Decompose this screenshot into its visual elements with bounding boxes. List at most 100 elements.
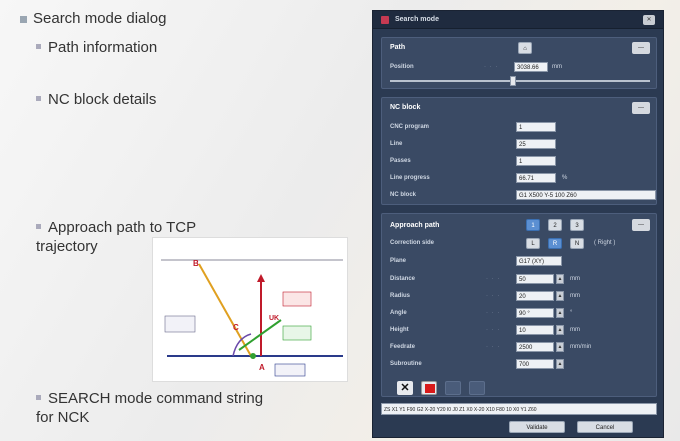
label-uk: UK [269, 315, 279, 322]
callout-box-bottom [274, 363, 306, 377]
close-icon[interactable]: ✕ [643, 15, 655, 25]
passes-value: 1 [516, 156, 556, 166]
disabled-button-2[interactable] [469, 381, 485, 395]
orange-path-line [198, 263, 252, 357]
angle-dots: · · · [486, 310, 501, 316]
radius-unit: mm [570, 293, 580, 299]
validate-button[interactable]: Validate [509, 421, 565, 433]
approach-heading: Approach path [390, 222, 440, 229]
disabled-button-1[interactable] [445, 381, 461, 395]
correction-right-button[interactable]: R [548, 238, 562, 249]
nc-block-panel: NC block — CNC program 1 Line 25 Passes … [381, 97, 657, 205]
approach-tab-2[interactable]: 2 [548, 219, 562, 231]
angle-spin-icon[interactable]: ▲ [556, 308, 564, 318]
bullet-dot-icon [36, 394, 41, 400]
plane-value[interactable]: G17 (XY) [516, 256, 562, 266]
line-progress-value: 66.71 [516, 173, 556, 183]
correction-none-button[interactable]: N [570, 238, 584, 249]
height-dots: · · · [486, 327, 501, 333]
correction-side-text: ( Right ) [594, 240, 616, 246]
command-string-field[interactable]: ZS X1 Y1 F90 G2 X-20 Y20 I0 J0 Z1 X0 X-2… [381, 403, 657, 415]
feedrate-value[interactable]: 2500 [516, 342, 554, 352]
nc-row: Line 25 [390, 139, 650, 150]
cancel-button[interactable]: Cancel [577, 421, 633, 433]
feedrate-row: Feedrate · · · 2500 ▲ mm/min [390, 342, 650, 353]
app-icon [381, 16, 389, 24]
nc-row: Passes 1 [390, 156, 650, 167]
subroutine-label: Subroutine [390, 361, 422, 367]
plane-row: Plane G17 (XY) [390, 256, 650, 267]
approach-tab-1[interactable]: 1 [526, 219, 540, 231]
height-spin-icon[interactable]: ▲ [556, 325, 564, 335]
search-mode-dialog: Search mode ✕ Path ⌂ — Position · · · 30… [372, 10, 664, 438]
stop-square-icon [425, 384, 435, 393]
path-collapse-button[interactable]: — [632, 42, 650, 54]
subroutine-row: Subroutine 700 ▲ [390, 359, 650, 370]
radius-spin-icon[interactable]: ▲ [556, 291, 564, 301]
approach-path-panel: Approach path 1 2 3 — Correction side L … [381, 213, 657, 397]
position-row: Position · · · 3038.66 mm [390, 62, 650, 73]
path-heading: Path [390, 44, 406, 51]
approach-collapse-button[interactable]: — [632, 219, 650, 231]
angle-label: Angle [390, 310, 407, 316]
line-progress-label: Line progress [390, 175, 430, 181]
passes-label: Passes [390, 158, 411, 164]
height-label: Height [390, 327, 409, 333]
feedrate-unit: mm/min [570, 344, 592, 350]
angle-value[interactable]: 90 ° [516, 308, 554, 318]
nc-row: Line progress 66.71 % [390, 173, 650, 184]
height-value[interactable]: 10 [516, 325, 554, 335]
bullet-search-command: SEARCH mode command string for NCK [36, 390, 264, 426]
bullet-dot-icon [36, 43, 41, 49]
distance-dots: · · · [486, 276, 501, 282]
radius-row: Radius · · · 20 ▲ mm [390, 291, 650, 302]
feedrate-spin-icon[interactable]: ▲ [556, 342, 564, 352]
nc-block-value: G1 X500 Y-5 100 Z60 [516, 190, 656, 200]
approach-tab-3[interactable]: 3 [570, 219, 584, 231]
distance-unit: mm [570, 276, 580, 282]
line-progress-unit: % [562, 175, 568, 181]
position-slider[interactable] [390, 76, 650, 86]
position-value[interactable]: 3038.66 [514, 62, 548, 72]
position-slider-knob[interactable] [509, 76, 516, 86]
correction-side-row: Correction side L R N ( Right ) [390, 238, 650, 249]
bullet-level1: Search mode dialog [20, 10, 166, 27]
radius-dots: · · · [486, 293, 501, 299]
distance-label: Distance [390, 276, 416, 282]
point-a-marker [250, 353, 256, 359]
bullet-dot-icon [36, 223, 41, 229]
up-arrow-icon [257, 274, 265, 282]
line-label: Line [390, 141, 403, 147]
dialog-titlebar: Search mode ✕ [373, 11, 663, 29]
angle-row: Angle · · · 90 ° ▲ ° [390, 308, 650, 319]
subroutine-spin-icon[interactable]: ▲ [556, 359, 564, 369]
feedrate-label: Feedrate [390, 344, 416, 350]
lock-icon[interactable]: ⌂ [518, 42, 532, 54]
distance-row: Distance · · · 50 ▲ mm [390, 274, 650, 285]
height-unit: mm [570, 327, 580, 333]
distance-spin-icon[interactable]: ▲ [556, 274, 564, 284]
label-b: B [193, 259, 199, 268]
nc-block-collapse-button[interactable]: — [632, 102, 650, 114]
label-a: A [259, 363, 265, 372]
nc-block-heading: NC block [390, 104, 421, 111]
distance-value[interactable]: 50 [516, 274, 554, 284]
bullet-path-information: Path information [36, 38, 157, 57]
feedrate-dots: · · · [486, 344, 501, 350]
nc-block-label: NC block [390, 192, 417, 198]
approach-diagram: B C A UK [152, 237, 348, 382]
bullet-nc-block-details: NC block details [36, 90, 156, 109]
callout-box-red [282, 291, 312, 307]
cnc-program-label: CNC program [390, 124, 430, 130]
height-row: Height · · · 10 ▲ mm [390, 325, 650, 336]
subroutine-value[interactable]: 700 [516, 359, 554, 369]
clear-x-icon[interactable]: ✕ [397, 381, 413, 395]
bullet-square-icon [20, 15, 27, 23]
dialog-title: Search mode [395, 16, 439, 23]
callout-box-green [282, 325, 312, 341]
radius-value[interactable]: 20 [516, 291, 554, 301]
angle-unit: ° [570, 310, 573, 316]
correction-left-button[interactable]: L [526, 238, 540, 249]
stop-button[interactable] [421, 381, 437, 395]
nc-row: CNC program 1 [390, 122, 650, 133]
